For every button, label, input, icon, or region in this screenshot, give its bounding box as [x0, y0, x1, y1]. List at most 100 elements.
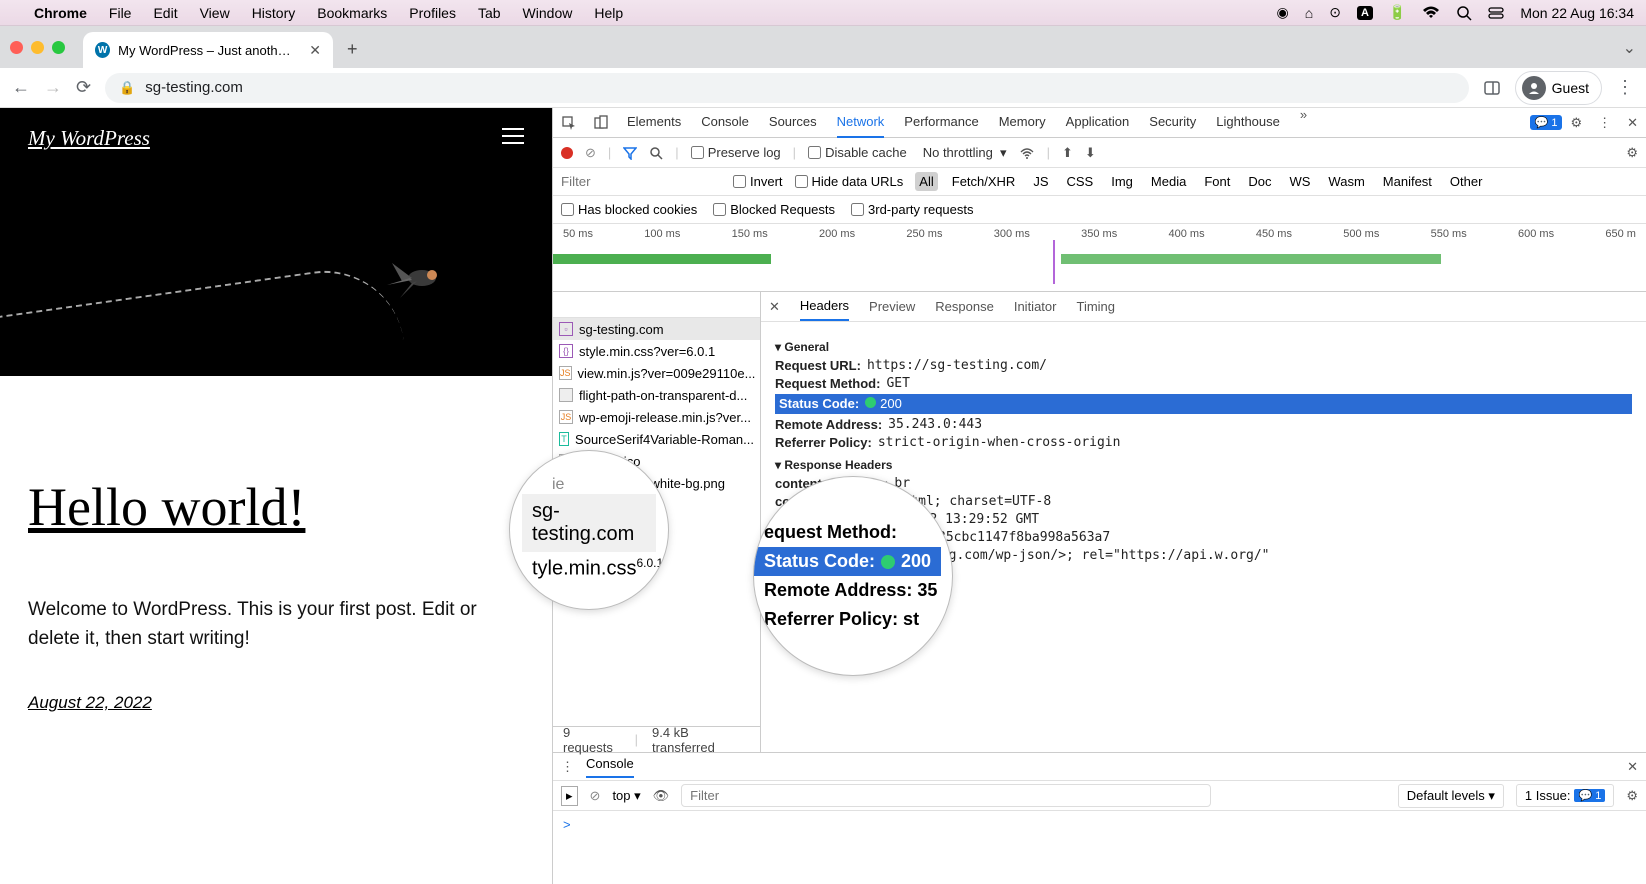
- clear-button[interactable]: ⊘: [585, 145, 596, 161]
- hamburger-menu-button[interactable]: [502, 128, 524, 144]
- filter-type-media[interactable]: Media: [1147, 172, 1190, 191]
- blocked-cookies-checkbox[interactable]: Has blocked cookies: [561, 202, 697, 217]
- chrome-menu-button[interactable]: ⋮: [1616, 77, 1634, 98]
- devtools-tab-elements[interactable]: Elements: [627, 107, 681, 138]
- filter-type-fetch[interactable]: Fetch/XHR: [948, 172, 1020, 191]
- close-detail-button[interactable]: ✕: [769, 299, 780, 315]
- menu-tab[interactable]: Tab: [478, 5, 501, 21]
- blocked-requests-checkbox[interactable]: Blocked Requests: [713, 202, 835, 217]
- filter-type-other[interactable]: Other: [1446, 172, 1487, 191]
- devtools-tab-network[interactable]: Network: [837, 107, 885, 138]
- new-tab-button[interactable]: +: [347, 39, 358, 60]
- status-icon[interactable]: ◉: [1277, 4, 1289, 21]
- devtools-more-tabs[interactable]: »: [1300, 107, 1307, 138]
- forward-button[interactable]: →: [44, 77, 62, 98]
- minimize-window-button[interactable]: [31, 41, 44, 54]
- post-date[interactable]: August 22, 2022: [28, 693, 524, 713]
- detail-tab-preview[interactable]: Preview: [869, 293, 915, 320]
- menu-edit[interactable]: Edit: [153, 5, 177, 21]
- devtools-tab-performance[interactable]: Performance: [904, 107, 978, 138]
- close-drawer-button[interactable]: ✕: [1627, 759, 1638, 775]
- drawer-tab-console[interactable]: Console: [586, 756, 634, 778]
- console-clear-button[interactable]: ⊘: [590, 788, 601, 804]
- request-row[interactable]: TSourceSerif4Variable-Roman...: [553, 428, 760, 450]
- devtools-settings-button[interactable]: ⚙: [1562, 115, 1590, 131]
- post-title[interactable]: Hello world!: [28, 476, 524, 538]
- issues-badge[interactable]: 💬 1: [1530, 115, 1563, 130]
- device-toolbar-button[interactable]: [585, 115, 617, 131]
- battery-icon[interactable]: 🔋: [1389, 4, 1406, 21]
- request-row[interactable]: flight-path-on-transparent-d...: [553, 384, 760, 406]
- filter-toggle-button[interactable]: [623, 146, 637, 160]
- filter-type-all[interactable]: All: [915, 172, 937, 191]
- console-output[interactable]: >: [553, 811, 1646, 884]
- detail-tab-response[interactable]: Response: [935, 293, 994, 320]
- hide-data-urls-checkbox[interactable]: Hide data URLs: [795, 174, 904, 189]
- close-window-button[interactable]: [10, 41, 23, 54]
- invert-checkbox[interactable]: Invert: [733, 174, 783, 189]
- devtools-tab-sources[interactable]: Sources: [769, 107, 817, 138]
- status-icon[interactable]: A: [1357, 6, 1373, 20]
- console-filter-input[interactable]: [681, 784, 1211, 807]
- inspect-element-button[interactable]: [553, 115, 585, 131]
- console-issues-button[interactable]: 1 Issue: 💬 1: [1516, 784, 1614, 807]
- throttling-select[interactable]: No throttling ▾: [923, 145, 1007, 161]
- search-button[interactable]: [649, 146, 663, 160]
- request-row[interactable]: {}style.min.css?ver=6.0.1: [553, 340, 760, 362]
- address-bar[interactable]: 🔒 sg-testing.com: [105, 73, 1469, 103]
- response-section-header[interactable]: ▾ Response Headers: [775, 458, 1632, 472]
- menu-file[interactable]: File: [109, 5, 132, 21]
- lock-icon[interactable]: 🔒: [119, 80, 135, 96]
- devtools-tab-application[interactable]: Application: [1066, 107, 1130, 138]
- filter-type-doc[interactable]: Doc: [1244, 172, 1275, 191]
- drawer-menu-button[interactable]: ⋮: [561, 759, 574, 775]
- app-name[interactable]: Chrome: [34, 5, 87, 21]
- detail-tab-timing[interactable]: Timing: [1076, 293, 1115, 320]
- filter-type-css[interactable]: CSS: [1063, 172, 1098, 191]
- back-button[interactable]: ←: [12, 77, 30, 98]
- menu-window[interactable]: Window: [523, 5, 573, 21]
- devtools-tab-security[interactable]: Security: [1149, 107, 1196, 138]
- search-icon[interactable]: [1456, 5, 1472, 21]
- detail-tab-initiator[interactable]: Initiator: [1014, 293, 1057, 320]
- menu-bookmarks[interactable]: Bookmarks: [317, 5, 387, 21]
- import-har-button[interactable]: ⬆: [1062, 145, 1073, 161]
- profile-button[interactable]: Guest: [1515, 71, 1602, 105]
- request-row[interactable]: JSwp-emoji-release.min.js?ver...: [553, 406, 760, 428]
- tabs-overflow-button[interactable]: ⌄: [1623, 38, 1636, 58]
- devtools-tab-console[interactable]: Console: [701, 107, 749, 138]
- close-tab-button[interactable]: ✕: [309, 42, 321, 59]
- maximize-window-button[interactable]: [52, 41, 65, 54]
- browser-tab[interactable]: W My WordPress – Just another W ✕: [83, 32, 333, 68]
- general-section-header[interactable]: ▾ General: [775, 340, 1632, 354]
- status-icon[interactable]: ⌂: [1305, 5, 1313, 21]
- filter-type-font[interactable]: Font: [1200, 172, 1234, 191]
- menu-help[interactable]: Help: [594, 5, 623, 21]
- third-party-checkbox[interactable]: 3rd-party requests: [851, 202, 974, 217]
- request-list-header[interactable]: [553, 292, 760, 318]
- devtools-menu-button[interactable]: ⋮: [1590, 115, 1619, 131]
- console-settings-button[interactable]: ⚙: [1626, 788, 1638, 804]
- control-center-icon[interactable]: [1488, 6, 1504, 20]
- menu-view[interactable]: View: [200, 5, 230, 21]
- console-context-select[interactable]: top ▾: [612, 788, 640, 804]
- network-conditions-button[interactable]: [1019, 146, 1035, 160]
- live-expression-button[interactable]: 👁: [653, 788, 670, 804]
- request-row[interactable]: JSview.min.js?ver=009e29110e...: [553, 362, 760, 384]
- filter-type-ws[interactable]: WS: [1285, 172, 1314, 191]
- log-levels-select[interactable]: Default levels ▾: [1398, 784, 1504, 808]
- request-row[interactable]: ▫sg-testing.com: [553, 318, 760, 340]
- network-settings-button[interactable]: ⚙: [1626, 145, 1638, 161]
- status-icon[interactable]: ⊙: [1329, 4, 1341, 21]
- wifi-icon[interactable]: [1422, 6, 1440, 20]
- devtools-close-button[interactable]: ✕: [1619, 115, 1646, 131]
- disable-cache-checkbox[interactable]: Disable cache: [808, 145, 907, 160]
- site-title[interactable]: My WordPress: [28, 126, 524, 151]
- clock[interactable]: Mon 22 Aug 16:34: [1520, 5, 1634, 21]
- record-button[interactable]: [561, 147, 573, 159]
- filter-type-js[interactable]: JS: [1029, 172, 1052, 191]
- menu-history[interactable]: History: [252, 5, 296, 21]
- devtools-tab-memory[interactable]: Memory: [999, 107, 1046, 138]
- menu-profiles[interactable]: Profiles: [409, 5, 456, 21]
- reload-button[interactable]: ⟳: [76, 77, 91, 98]
